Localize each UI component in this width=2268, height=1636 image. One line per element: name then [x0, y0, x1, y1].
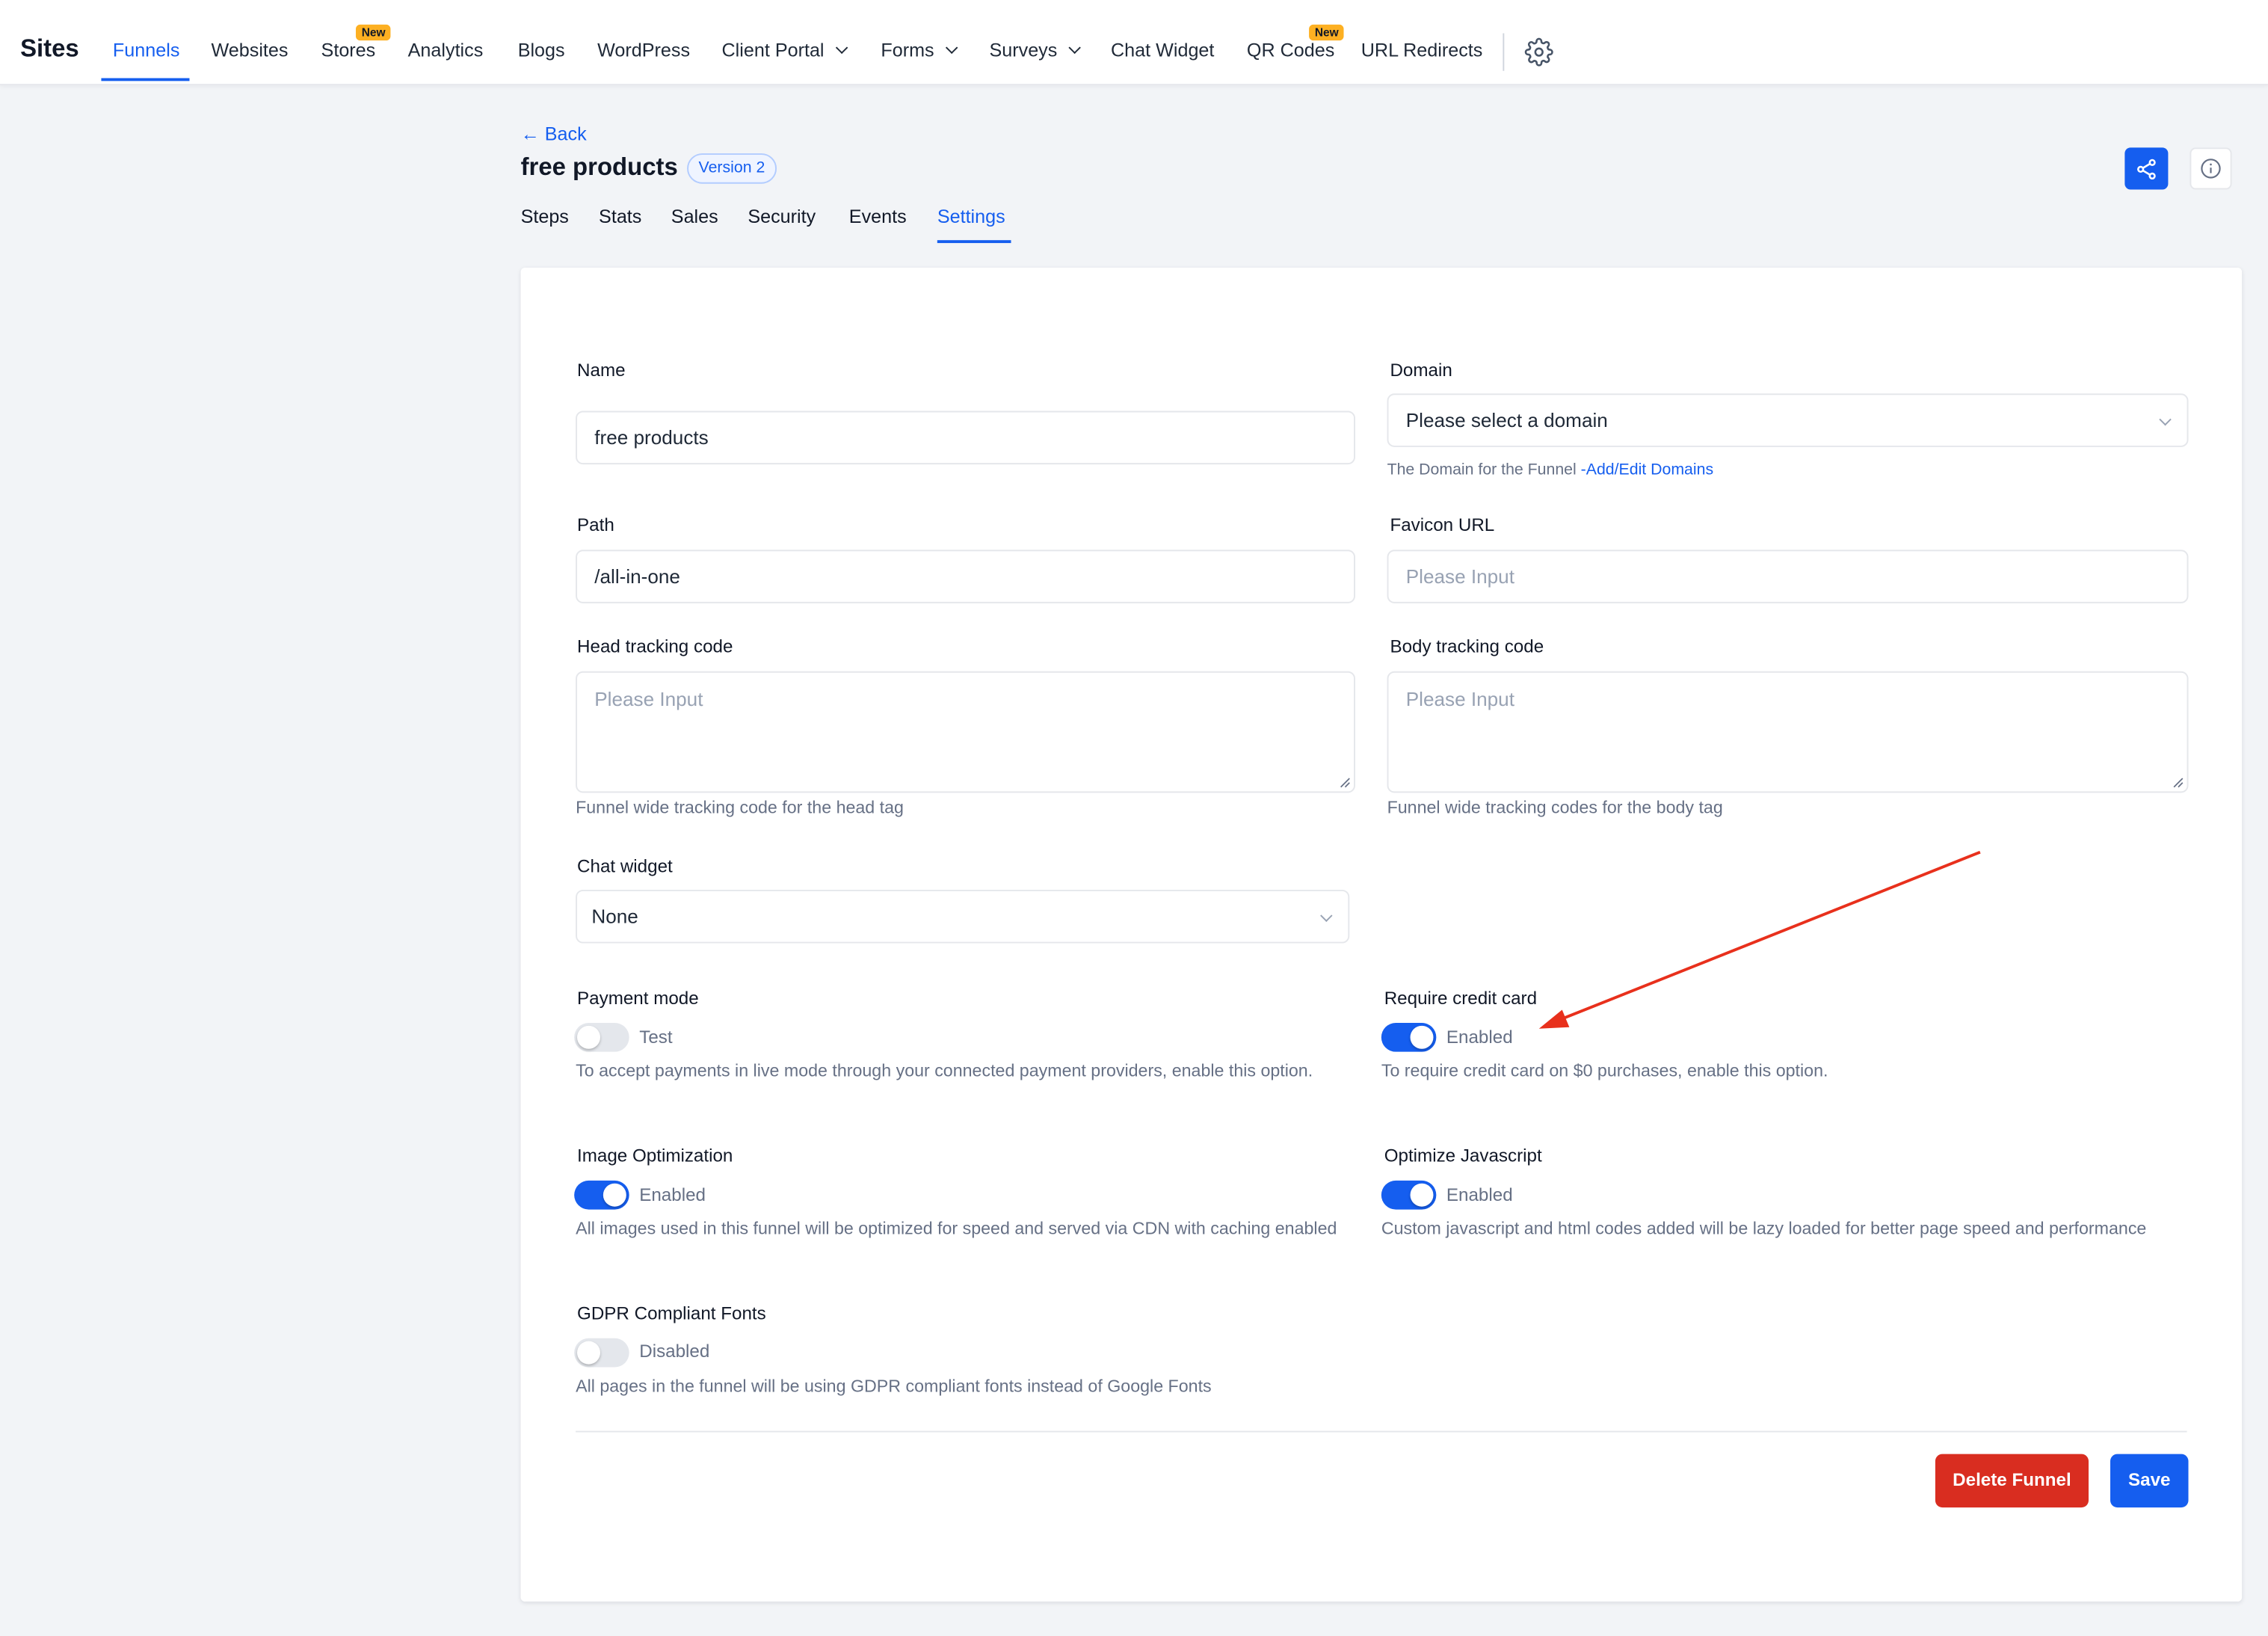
new-badge-stores: New: [355, 24, 392, 41]
gdpr-fonts-help: All pages in the funnel will be using GD…: [576, 1376, 1212, 1397]
image-opt-help: All images used in this funnel will be o…: [576, 1218, 1337, 1239]
info-icon: [2201, 159, 2221, 179]
add-edit-domains-link[interactable]: -Add/Edit Domains: [1581, 461, 1713, 479]
body-tracking-placeholder: Please Input: [1405, 689, 1514, 711]
require-cc-state: Enabled: [1446, 1027, 1513, 1048]
name-label: Name: [577, 360, 626, 381]
brand-title: Sites: [20, 34, 79, 63]
image-opt-toggle[interactable]: [574, 1180, 629, 1210]
page-title: free products: [520, 153, 678, 181]
favicon-label: Favicon URL: [1390, 514, 1495, 535]
version-badge: Version 2: [687, 153, 777, 184]
save-button[interactable]: Save: [2110, 1454, 2189, 1508]
chevron-down-icon: [945, 41, 958, 55]
nav-item-label: Client Portal: [721, 39, 825, 61]
require-cc-label: Require credit card: [1384, 988, 1538, 1009]
toggle-knob: [1410, 1183, 1434, 1207]
nav-item-wordpress[interactable]: WordPress: [597, 39, 690, 62]
toggle-knob: [603, 1183, 626, 1207]
nav-item-qr-codes[interactable]: QR Codes: [1247, 39, 1334, 62]
tab-sales[interactable]: Sales: [671, 206, 718, 229]
active-nav-underline: [101, 78, 190, 82]
require-cc-help: To require credit card on $0 purchases, …: [1381, 1060, 1828, 1081]
tab-stats[interactable]: Stats: [599, 206, 641, 229]
favicon-url-input[interactable]: Please Input: [1387, 550, 2189, 603]
chevron-down-icon: [1068, 41, 1081, 55]
nav-item-blogs[interactable]: Blogs: [518, 39, 565, 62]
new-badge-qr-codes: New: [1309, 24, 1345, 41]
chat-widget-label: Chat widget: [577, 856, 673, 877]
share-icon: [2137, 158, 2156, 179]
tab-security[interactable]: Security: [748, 206, 816, 229]
gdpr-fonts-label: GDPR Compliant Fonts: [577, 1303, 766, 1324]
nav-item-stores[interactable]: Stores: [321, 39, 376, 62]
nav-item-forms[interactable]: Forms: [881, 39, 958, 62]
chevron-down-icon: [1320, 909, 1333, 923]
back-label: Back: [544, 123, 587, 145]
gdpr-fonts-state: Disabled: [639, 1341, 710, 1362]
nav-item-label: Forms: [881, 39, 934, 61]
head-tracking-label: Head tracking code: [577, 636, 733, 657]
toggle-knob: [1410, 1025, 1434, 1049]
body-tracking-textarea[interactable]: Please Input: [1387, 671, 2189, 793]
nav-item-chat-widget[interactable]: Chat Widget: [1111, 39, 1214, 62]
require-cc-toggle[interactable]: [1381, 1022, 1437, 1052]
tab-steps[interactable]: Steps: [521, 206, 569, 229]
path-label: Path: [577, 514, 614, 535]
body-tracking-help: Funnel wide tracking codes for the body …: [1387, 797, 1723, 818]
head-tracking-textarea[interactable]: Please Input: [576, 671, 1356, 793]
share-button[interactable]: [2124, 147, 2169, 190]
tab-events[interactable]: Events: [849, 206, 907, 229]
chat-widget-select[interactable]: None: [576, 889, 1350, 944]
chevron-down-icon: [835, 41, 848, 55]
head-tracking-placeholder: Please Input: [594, 689, 703, 711]
optimize-js-label: Optimize Javascript: [1384, 1145, 1542, 1166]
nav-item-websites[interactable]: Websites: [211, 39, 288, 62]
nav-item-surveys[interactable]: Surveys: [989, 39, 1081, 62]
gear-icon[interactable]: [1524, 37, 1553, 67]
image-opt-label: Image Optimization: [577, 1145, 733, 1166]
domain-help: The Domain for the Funnel -Add/Edit Doma…: [1387, 457, 1714, 484]
domain-label: Domain: [1390, 360, 1452, 381]
nav-item-funnels[interactable]: Funnels: [113, 39, 179, 62]
gdpr-fonts-toggle[interactable]: [574, 1338, 629, 1368]
chat-widget-select-value: None: [591, 905, 638, 928]
optimize-js-state: Enabled: [1446, 1184, 1513, 1205]
resize-handle-icon[interactable]: [2172, 777, 2184, 788]
nav-item-label: Surveys: [989, 39, 1058, 61]
optimize-js-help: Custom javascript and html codes added w…: [1381, 1218, 2147, 1239]
image-opt-state: Enabled: [639, 1184, 706, 1205]
chevron-down-icon: [2159, 413, 2172, 426]
payment-mode-state: Test: [639, 1027, 673, 1048]
nav-item-url-redirects[interactable]: URL Redirects: [1361, 39, 1483, 62]
payment-mode-toggle[interactable]: [574, 1022, 629, 1052]
active-tab-underline: [937, 240, 1011, 244]
top-navigation: Sites Funnels Websites Stores New Analyt…: [0, 0, 2268, 86]
toggle-knob: [577, 1341, 600, 1365]
nav-item-analytics[interactable]: Analytics: [408, 39, 484, 62]
toggle-knob: [577, 1025, 600, 1049]
tab-settings[interactable]: Settings: [937, 206, 1005, 229]
form-divider: [576, 1430, 2187, 1433]
resize-handle-icon[interactable]: [1340, 777, 1351, 788]
name-input[interactable]: free products: [576, 410, 1356, 465]
payment-mode-help: To accept payments in live mode through …: [576, 1060, 1313, 1081]
domain-help-text: The Domain for the Funnel: [1387, 461, 1581, 479]
path-input[interactable]: /all-in-one: [576, 550, 1356, 603]
back-arrow-icon: ←: [520, 123, 540, 145]
optimize-js-toggle[interactable]: [1381, 1180, 1437, 1210]
nav-item-client-portal[interactable]: Client Portal: [721, 39, 848, 62]
head-tracking-help: Funnel wide tracking code for the head t…: [576, 797, 904, 818]
body-tracking-label: Body tracking code: [1390, 636, 1544, 657]
back-link[interactable]: ← Back: [521, 123, 587, 146]
info-button[interactable]: [2190, 147, 2232, 190]
domain-select-value: Please select a domain: [1405, 409, 1608, 431]
payment-mode-label: Payment mode: [577, 988, 699, 1009]
delete-funnel-button[interactable]: Delete Funnel: [1935, 1454, 2089, 1508]
nav-divider: [1503, 33, 1505, 71]
domain-select[interactable]: Please select a domain: [1387, 393, 2189, 447]
